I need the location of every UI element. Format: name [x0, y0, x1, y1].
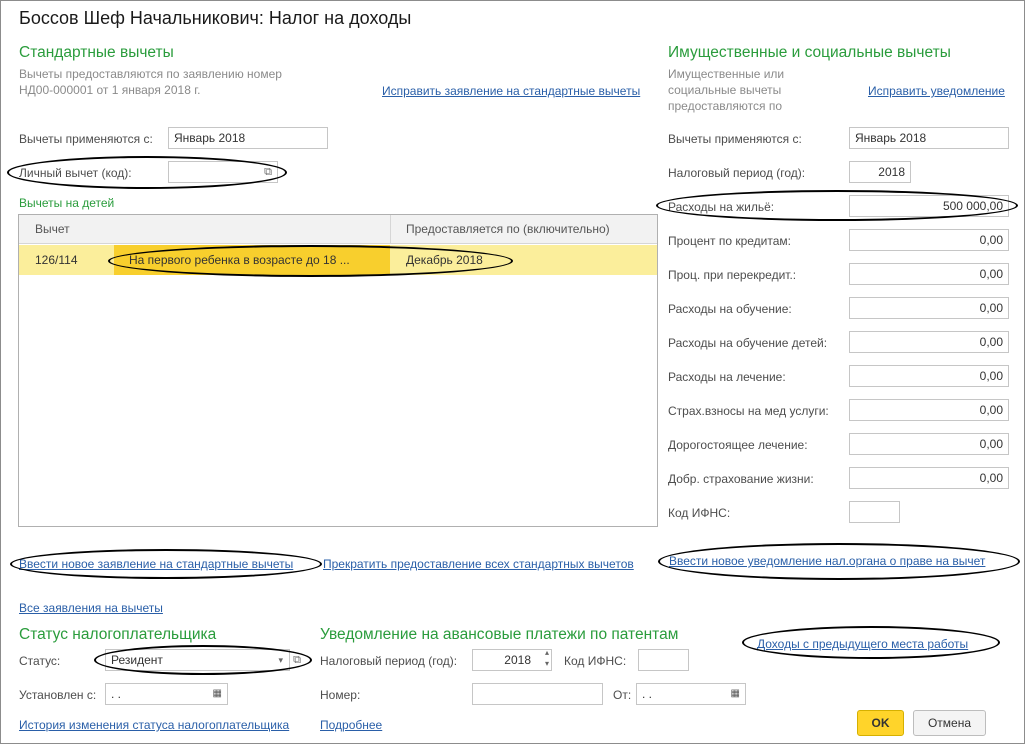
previous-employer-income-link[interactable]: Доходы с предыдущего места работы — [757, 637, 968, 651]
all-applications-link[interactable]: Все заявления на вычеты — [19, 601, 163, 615]
row-until: Декабрь 2018 — [406, 253, 483, 267]
more-info-link[interactable]: Подробнее — [320, 718, 382, 732]
taxpayer-status-heading: Статус налогоплательщика — [19, 626, 217, 643]
refinance-input[interactable]: 0,00 — [849, 263, 1009, 285]
property-note-line3: предоставляются по — [668, 99, 782, 113]
property-deductions-heading: Имущественные и социальные вычеты — [668, 44, 951, 61]
property-period-label: Налоговый период (год): — [668, 166, 806, 180]
property-apply-from-label: Вычеты применяются с: — [668, 132, 802, 146]
column-deduction[interactable]: Вычет — [35, 222, 70, 236]
window-title: Боссов Шеф Начальникович: Налог на доход… — [19, 8, 412, 28]
property-note-line2: социальные вычеты — [668, 83, 782, 97]
credit-interest-label: Процент по кредитам: — [668, 234, 792, 248]
open-form-icon[interactable]: ⧉ — [259, 162, 277, 182]
refinance-label: Проц. при перекредит.: — [668, 268, 797, 282]
expensive-treatment-label: Дорогостоящее лечение: — [668, 438, 808, 452]
fix-notice-link[interactable]: Исправить уведомление — [868, 84, 1005, 98]
table-row[interactable]: 126/114 На первого ребенка в возрасте до… — [19, 245, 657, 275]
calendar-icon[interactable]: ▦ — [731, 684, 740, 704]
status-value: Резидент — [111, 653, 163, 667]
calendar-icon[interactable]: ▦ — [213, 684, 222, 704]
patent-from-date-value: . . — [642, 687, 653, 701]
open-status-icon[interactable]: ⧉ — [288, 650, 306, 670]
status-label: Статус: — [19, 654, 61, 668]
apply-from-input[interactable]: Январь 2018 — [168, 127, 328, 149]
treatment-label: Расходы на лечение: — [668, 370, 786, 384]
patent-period-label: Налоговый период (год): — [320, 654, 458, 668]
column-divider — [390, 215, 391, 243]
status-set-date-input[interactable]: . . ▦ — [105, 683, 228, 705]
patent-ifns-label: Код ИФНС: — [564, 654, 627, 668]
row-code: 126/114 — [35, 253, 78, 267]
spin-down-icon[interactable]: ▾ — [545, 658, 549, 670]
patent-period-input[interactable]: 2018 ▴ ▾ — [472, 648, 552, 671]
children-deductions-title: Вычеты на детей — [19, 196, 115, 210]
treatment-input[interactable]: 0,00 — [849, 365, 1009, 387]
housing-input[interactable]: 500 000,00 — [849, 195, 1009, 217]
table-header: Вычет Предоставляется по (включительно) — [19, 215, 657, 244]
patent-from-date-input[interactable]: . . ▦ — [636, 683, 746, 705]
patent-ifns-input[interactable] — [638, 649, 689, 671]
personal-deduction-label: Личный вычет (код): — [19, 166, 132, 180]
standard-note-line1: Вычеты предоставляются по заявлению номе… — [19, 67, 282, 81]
standard-note-line2: НД00-000001 от 1 января 2018 г. — [19, 83, 201, 97]
status-set-label: Установлен с: — [19, 688, 97, 702]
row-description[interactable]: На первого ребенка в возрасте до 18 ... — [129, 253, 350, 267]
education-label: Расходы на обучение: — [668, 302, 792, 316]
education-input[interactable]: 0,00 — [849, 297, 1009, 319]
med-insurance-label: Страх.взносы на мед услуги: — [668, 404, 829, 418]
new-standard-application-link[interactable]: Ввести новое заявление на стандартные вы… — [19, 557, 293, 571]
patent-number-input[interactable] — [472, 683, 603, 705]
ok-button[interactable]: OK — [857, 710, 904, 736]
property-apply-from-input[interactable]: Январь 2018 — [849, 127, 1009, 149]
stop-all-standard-deductions-link[interactable]: Прекратить предоставление всех стандартн… — [323, 557, 634, 571]
patent-period-value: 2018 — [504, 653, 531, 667]
housing-label: Расходы на жильё: — [668, 200, 775, 214]
credit-interest-input[interactable]: 0,00 — [849, 229, 1009, 251]
standard-deductions-heading: Стандартные вычеты — [19, 44, 174, 61]
dropdown-arrow-icon[interactable]: ▾ — [278, 650, 283, 670]
property-period-input[interactable]: 2018 — [849, 161, 911, 183]
apply-from-label: Вычеты применяются с: — [19, 132, 153, 146]
property-ifns-label: Код ИФНС: — [668, 506, 731, 520]
children-deductions-table: Вычет Предоставляется по (включительно) … — [18, 214, 658, 527]
children-education-label: Расходы на обучение детей: — [668, 336, 828, 350]
expensive-treatment-input[interactable]: 0,00 — [849, 433, 1009, 455]
patent-number-label: Номер: — [320, 688, 361, 702]
column-until[interactable]: Предоставляется по (включительно) — [406, 222, 610, 236]
property-ifns-input[interactable] — [849, 501, 900, 523]
life-insurance-label: Добр. страхование жизни: — [668, 472, 814, 486]
status-select[interactable]: Резидент ▾ — [105, 649, 290, 671]
children-education-input[interactable]: 0,00 — [849, 331, 1009, 353]
patent-from-label: От: — [613, 688, 632, 702]
fix-standard-application-link[interactable]: Исправить заявление на стандартные вычет… — [382, 84, 640, 98]
status-set-date-value: . . — [111, 687, 122, 701]
property-note-line1: Имущественные или — [668, 67, 785, 81]
patent-notice-heading: Уведомление на авансовые платежи по пате… — [320, 626, 679, 643]
new-tax-notice-link[interactable]: Ввести новое уведомление нал.органа о пр… — [669, 554, 985, 568]
cancel-button[interactable]: Отмена — [913, 710, 986, 736]
status-history-link[interactable]: История изменения статуса налогоплательщ… — [19, 718, 289, 732]
life-insurance-input[interactable]: 0,00 — [849, 467, 1009, 489]
med-insurance-input[interactable]: 0,00 — [849, 399, 1009, 421]
